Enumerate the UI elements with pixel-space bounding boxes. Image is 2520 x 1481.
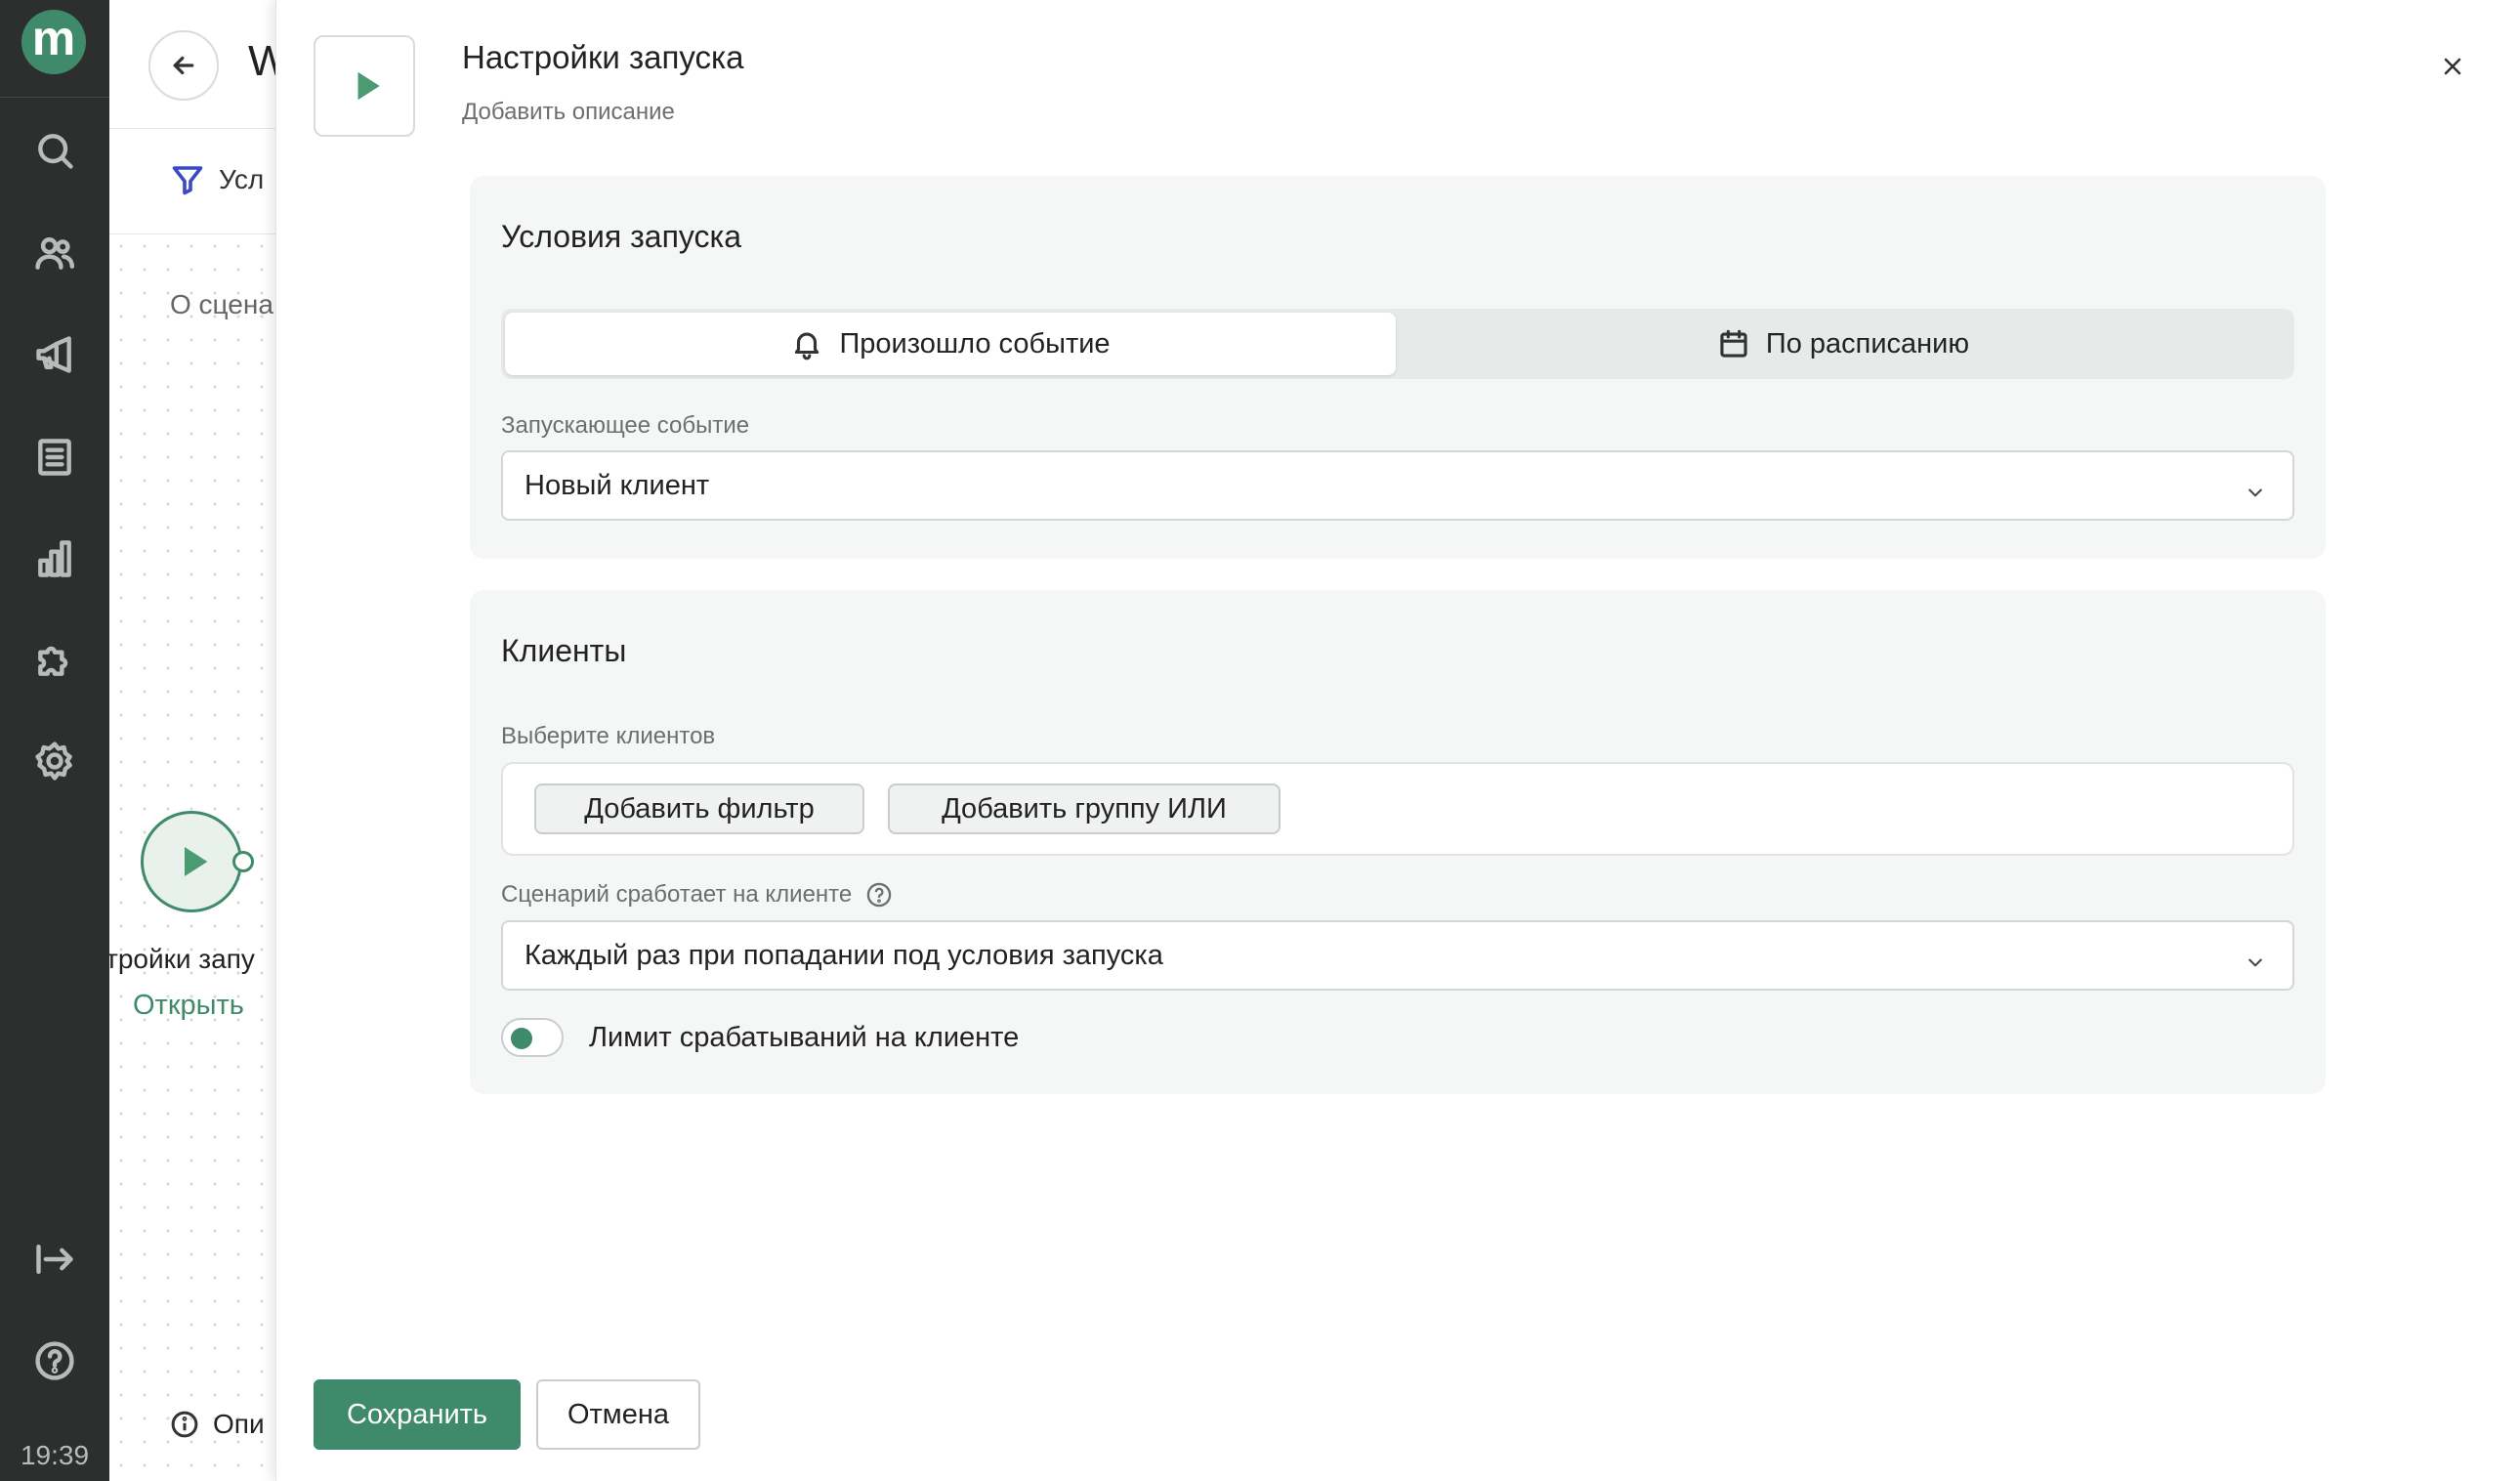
cancel-button[interactable]: Отмена (536, 1379, 700, 1450)
tab-schedule-label: По расписанию (1765, 327, 1970, 360)
select-clients-label: Выберите клиентов (501, 723, 715, 750)
conditions-tab[interactable]: Усл (170, 162, 264, 197)
launch-node-icon-box (314, 35, 415, 137)
select-clients-label-text: Выберите клиентов (501, 723, 716, 749)
filter-icon (172, 166, 203, 195)
trigger-event-label-text: Запускающее событие (501, 412, 750, 439)
tab-event[interactable]: Произошло событие (505, 313, 1396, 375)
launch-conditions-card: Условия запуска Произошло событие По рас… (470, 176, 2326, 559)
clock: 19:39 (20, 1440, 90, 1470)
close-icon (2444, 58, 2461, 75)
clients-card: Клиенты Выберите клиентов Добавить фильт… (470, 590, 2326, 1094)
chevron-down-icon (2246, 478, 2265, 497)
add-or-group-button[interactable]: Добавить группу ИЛИ (888, 783, 1281, 834)
trigger-mode-select[interactable]: Каждый раз при попадании под условия зап… (501, 920, 2294, 991)
bell-icon (795, 332, 819, 360)
calendar-icon (1720, 329, 1747, 358)
collapse-icon[interactable] (30, 1235, 79, 1284)
close-button[interactable] (2435, 49, 2470, 84)
scenario-page-background: W Усл О сцена тройки запу Открыть Опи (109, 0, 275, 1481)
launch-settings-drawer: Настройки запуска Добавить описание Усло… (275, 0, 2520, 1481)
trigger-limit-toggle[interactable] (501, 1018, 564, 1057)
node-label: тройки запу (109, 944, 255, 974)
client-filter-box: Добавить фильтр Добавить группу ИЛИ (501, 762, 2294, 856)
back-button[interactable] (148, 30, 219, 101)
trigger-mode-value: Каждый раз при попадании под условия зап… (525, 939, 1163, 971)
arrow-left-icon (173, 56, 194, 75)
save-button[interactable]: Сохранить (314, 1379, 521, 1450)
search-icon[interactable] (30, 126, 79, 175)
description-link-label: Опи (213, 1409, 265, 1439)
about-scenario-label: О сцена (170, 289, 273, 319)
document-icon[interactable] (30, 433, 79, 482)
tab-schedule[interactable]: По расписанию (1396, 313, 2290, 375)
trigger-mode-label-text: Сценарий сработает на клиенте (501, 881, 853, 908)
play-icon (357, 71, 380, 101)
scenario-toolbar: Усл (109, 129, 275, 234)
trigger-event-value: Новый клиент (525, 469, 710, 501)
trigger-mode-label: Сценарий сработает на клиенте (501, 881, 893, 909)
launch-node[interactable] (141, 811, 242, 912)
sidebar-divider (0, 97, 109, 98)
add-description-link[interactable]: Добавить описание (462, 99, 675, 126)
chevron-down-icon (2246, 948, 2265, 967)
users-icon[interactable] (30, 229, 79, 277)
description-link[interactable]: Опи (170, 1409, 265, 1440)
trigger-type-switch: Произошло событие По расписанию (501, 309, 2294, 379)
trigger-limit-label: Лимит срабатываний на клиенте (589, 1021, 1020, 1053)
scenario-title: W (248, 37, 275, 85)
launch-conditions-title: Условия запуска (501, 219, 742, 254)
chart-icon[interactable] (30, 534, 79, 583)
toggle-knob (511, 1028, 532, 1049)
trigger-event-select[interactable]: Новый клиент (501, 450, 2294, 521)
conditions-tab-label: Усл (219, 164, 265, 194)
info-icon (171, 1411, 198, 1438)
add-filter-button[interactable]: Добавить фильтр (534, 783, 864, 834)
trigger-event-label: Запускающее событие (501, 412, 749, 440)
help-icon[interactable] (865, 881, 893, 909)
app-sidebar: m 19:39 (0, 0, 109, 1481)
node-open-link[interactable]: Открыть (133, 990, 244, 1022)
megaphone-icon[interactable] (30, 330, 79, 379)
node-output-port[interactable] (232, 851, 254, 872)
drawer-title: Настройки запуска (462, 39, 744, 75)
help-icon[interactable] (30, 1336, 79, 1385)
puzzle-icon[interactable] (30, 635, 79, 684)
trigger-limit-row: Лимит срабатываний на клиенте (501, 1018, 1019, 1057)
app-logo[interactable]: m (21, 10, 86, 74)
clients-title: Клиенты (501, 633, 627, 668)
scenario-header: W (109, 0, 275, 129)
play-icon (185, 847, 208, 876)
tab-event-label: Произошло событие (839, 327, 1111, 360)
gear-icon[interactable] (30, 737, 79, 785)
